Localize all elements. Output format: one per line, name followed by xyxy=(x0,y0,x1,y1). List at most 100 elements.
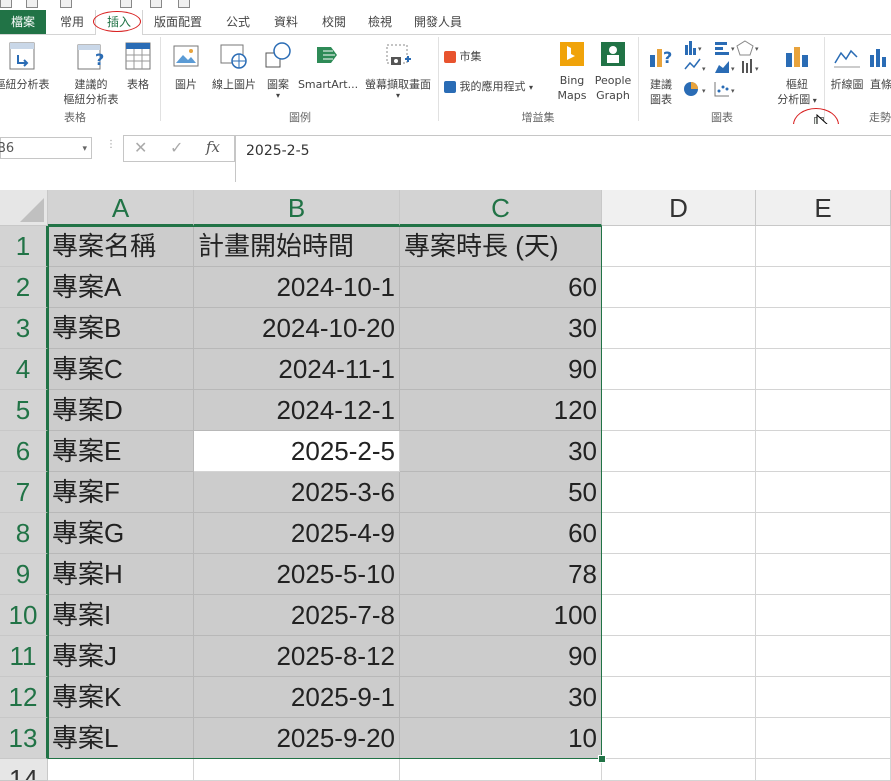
cell-e13[interactable] xyxy=(756,718,891,759)
save-icon[interactable] xyxy=(0,0,12,8)
cell-d5[interactable] xyxy=(602,390,756,431)
cell-e12[interactable] xyxy=(756,677,891,718)
cell-e6[interactable] xyxy=(756,431,891,472)
cell-a7[interactable]: 專案F xyxy=(48,472,194,513)
tab-insert[interactable]: 插入 xyxy=(95,10,143,35)
active-cell-b6[interactable]: 2025-2-5 xyxy=(194,431,400,472)
row-header[interactable]: 11 xyxy=(0,636,48,677)
pie-chart-icon[interactable]: ▾ xyxy=(684,82,706,96)
customize-icon[interactable] xyxy=(178,0,190,8)
cell-d14[interactable] xyxy=(602,759,756,781)
cell-b3[interactable]: 2024-10-20 xyxy=(194,308,400,349)
shapes-button[interactable]: 圖案 ▾ xyxy=(262,41,294,100)
tab-page-layout[interactable]: 版面配置 xyxy=(148,10,208,34)
fill-handle[interactable] xyxy=(598,755,606,763)
area-chart-icon[interactable]: ▾ xyxy=(715,61,735,73)
row-header[interactable]: 12 xyxy=(0,677,48,718)
sparkline-column-button[interactable]: 直條 xyxy=(866,41,891,92)
cell-e10[interactable] xyxy=(756,595,891,636)
cell-c13[interactable]: 10 xyxy=(400,718,602,759)
tab-home[interactable]: 常用 xyxy=(52,10,92,34)
row-header[interactable]: 5 xyxy=(0,390,48,431)
cancel-icon[interactable]: ✕ xyxy=(134,138,147,157)
column-header-c[interactable]: C xyxy=(400,190,602,226)
recommended-charts-button[interactable]: ? 建議 圖表 xyxy=(644,41,678,107)
radar-chart-icon[interactable]: ▾ xyxy=(736,40,759,56)
cell-d1[interactable] xyxy=(602,226,756,267)
stock-chart-icon[interactable]: ▾ xyxy=(742,59,759,73)
sparkline-line-button[interactable]: 折線圖 xyxy=(828,41,866,92)
bar-chart-icon[interactable]: ▾ xyxy=(715,42,735,55)
cell-a4[interactable]: 專案C xyxy=(48,349,194,390)
cell-d7[interactable] xyxy=(602,472,756,513)
row-header[interactable]: 14 xyxy=(0,759,48,781)
cell-e11[interactable] xyxy=(756,636,891,677)
cell-d3[interactable] xyxy=(602,308,756,349)
cell-a5[interactable]: 專案D xyxy=(48,390,194,431)
row-header[interactable]: 7 xyxy=(0,472,48,513)
column-chart-icon[interactable]: ▾ xyxy=(685,41,702,55)
bing-maps-button[interactable]: Bing Maps xyxy=(555,41,589,103)
cell-a11[interactable]: 專案J xyxy=(48,636,194,677)
online-pictures-button[interactable]: 線上圖片 xyxy=(206,41,262,92)
cell-b8[interactable]: 2025-4-9 xyxy=(194,513,400,554)
cell-e7[interactable] xyxy=(756,472,891,513)
cell-d4[interactable] xyxy=(602,349,756,390)
column-header-d[interactable]: D xyxy=(602,190,756,226)
tab-review[interactable]: 校閱 xyxy=(314,10,354,34)
cell-d9[interactable] xyxy=(602,554,756,595)
cell-b12[interactable]: 2025-9-1 xyxy=(194,677,400,718)
cell-e3[interactable] xyxy=(756,308,891,349)
cell-d10[interactable] xyxy=(602,595,756,636)
print-icon[interactable] xyxy=(120,0,132,8)
cell-a8[interactable]: 專案G xyxy=(48,513,194,554)
cell-e2[interactable] xyxy=(756,267,891,308)
cell-b7[interactable]: 2025-3-6 xyxy=(194,472,400,513)
row-header[interactable]: 4 xyxy=(0,349,48,390)
column-header-e[interactable]: E xyxy=(756,190,891,226)
cell-c3[interactable]: 30 xyxy=(400,308,602,349)
cell-d6[interactable] xyxy=(602,431,756,472)
cell-c14[interactable] xyxy=(400,759,602,781)
cell-e5[interactable] xyxy=(756,390,891,431)
people-graph-button[interactable]: People Graph xyxy=(592,41,634,103)
cell-b2[interactable]: 2024-10-1 xyxy=(194,267,400,308)
cell-b11[interactable]: 2025-8-12 xyxy=(194,636,400,677)
select-all-corner[interactable] xyxy=(0,190,48,226)
cell-c6[interactable]: 30 xyxy=(400,431,602,472)
row-header[interactable]: 10 xyxy=(0,595,48,636)
column-header-b[interactable]: B xyxy=(194,190,400,226)
column-header-a[interactable]: A xyxy=(48,190,194,226)
cell-a13[interactable]: 專案L xyxy=(48,718,194,759)
cell-e14[interactable] xyxy=(756,759,891,781)
preview-icon[interactable] xyxy=(150,0,162,8)
cell-c10[interactable]: 100 xyxy=(400,595,602,636)
line-chart-icon[interactable]: ▾ xyxy=(684,58,706,73)
cell-a2[interactable]: 專案A xyxy=(48,267,194,308)
row-header[interactable]: 1 xyxy=(0,226,48,267)
cell-e1[interactable] xyxy=(756,226,891,267)
cell-a6[interactable]: 專案E xyxy=(48,431,194,472)
tab-data[interactable]: 資料 xyxy=(266,10,306,34)
insert-function-button[interactable]: fx xyxy=(206,138,220,156)
name-box[interactable]: B6 ▾ xyxy=(0,137,92,159)
table-button[interactable]: 表格 xyxy=(120,41,156,92)
formula-input[interactable]: 2025-2-5 xyxy=(235,135,891,182)
cell-c4[interactable]: 90 xyxy=(400,349,602,390)
cell-c12[interactable]: 30 xyxy=(400,677,602,718)
smartart-button[interactable]: SmartArt... xyxy=(296,41,360,92)
row-header[interactable]: 6 xyxy=(0,431,48,472)
cell-c5[interactable]: 120 xyxy=(400,390,602,431)
cell-c2[interactable]: 60 xyxy=(400,267,602,308)
row-header[interactable]: 2 xyxy=(0,267,48,308)
cell-e9[interactable] xyxy=(756,554,891,595)
cell-c8[interactable]: 60 xyxy=(400,513,602,554)
enter-icon[interactable]: ✓ xyxy=(170,138,183,157)
row-header[interactable]: 9 xyxy=(0,554,48,595)
pivottable-button[interactable]: 樞紐分析表 xyxy=(0,41,52,92)
screenshot-button[interactable]: 螢幕擷取畫面 ▾ xyxy=(360,41,436,100)
cell-e8[interactable] xyxy=(756,513,891,554)
tab-view[interactable]: 檢視 xyxy=(360,10,400,34)
cell-d13[interactable] xyxy=(602,718,756,759)
row-header[interactable]: 8 xyxy=(0,513,48,554)
